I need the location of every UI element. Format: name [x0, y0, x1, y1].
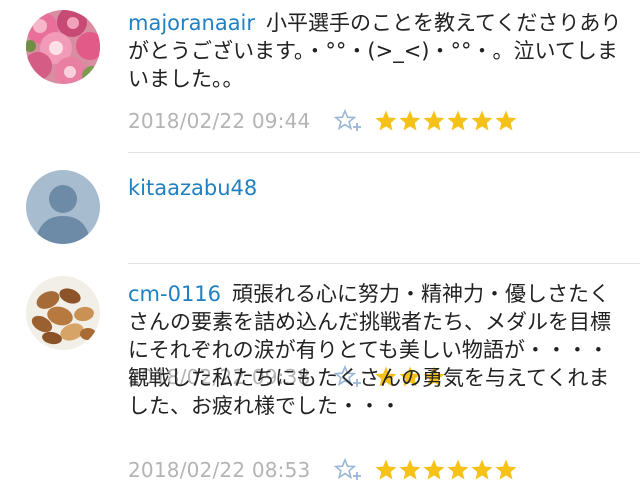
star-icon	[399, 110, 421, 131]
comment-body: kitaazabu48	[128, 174, 622, 202]
username-link[interactable]: kitaazabu48	[128, 176, 257, 200]
star-icon	[471, 110, 493, 131]
default-user-avatar-icon	[26, 170, 100, 244]
star-icon	[447, 110, 469, 131]
timestamp: 2018/02/22 09:44	[128, 109, 311, 133]
add-favorite-button[interactable]	[334, 457, 364, 483]
star-icon	[423, 110, 445, 131]
star-plus-icon	[334, 457, 362, 480]
avatar-image-nuts	[26, 276, 100, 350]
star-icon	[495, 110, 517, 131]
avatar-image-roses	[26, 10, 100, 84]
star-icon	[447, 459, 469, 480]
comment-meta: 2018/02/22 08:53	[128, 456, 518, 484]
star-icon	[495, 459, 517, 480]
avatar[interactable]	[26, 10, 100, 84]
rating-stars	[374, 458, 518, 482]
add-favorite-button[interactable]	[334, 108, 364, 134]
comment-body: cm-0116 頑張れる心に努力・精神力・優しさたくさんの要素を詰め込んだ挑戦者た…	[128, 280, 622, 420]
rating-stars	[374, 109, 518, 133]
comment-body: majoranaair 小平選手のことを教えてくださりありがとうございます。・°°…	[128, 9, 622, 93]
username-link[interactable]: majoranaair	[128, 11, 255, 35]
star-icon	[399, 459, 421, 480]
star-plus-icon	[334, 108, 362, 131]
star-icon	[423, 459, 445, 480]
comment-item: majoranaair 小平選手のことを教えてくださりありがとうございます。・°°…	[0, 0, 640, 152]
star-icon	[375, 110, 397, 131]
avatar[interactable]	[26, 170, 100, 244]
comment-meta: 2018/02/22 09:44	[128, 107, 518, 135]
comment-item: cm-0116 頑張れる心に努力・精神力・優しさたくさんの要素を詰め込んだ挑戦者た…	[0, 264, 640, 491]
star-icon	[471, 459, 493, 480]
timestamp: 2018/02/22 08:53	[128, 458, 311, 482]
username-link[interactable]: cm-0116	[128, 282, 221, 306]
star-icon	[375, 459, 397, 480]
avatar[interactable]	[26, 276, 100, 350]
comment-item: kitaazabu48 2018/02/22 09:38	[0, 153, 640, 389]
